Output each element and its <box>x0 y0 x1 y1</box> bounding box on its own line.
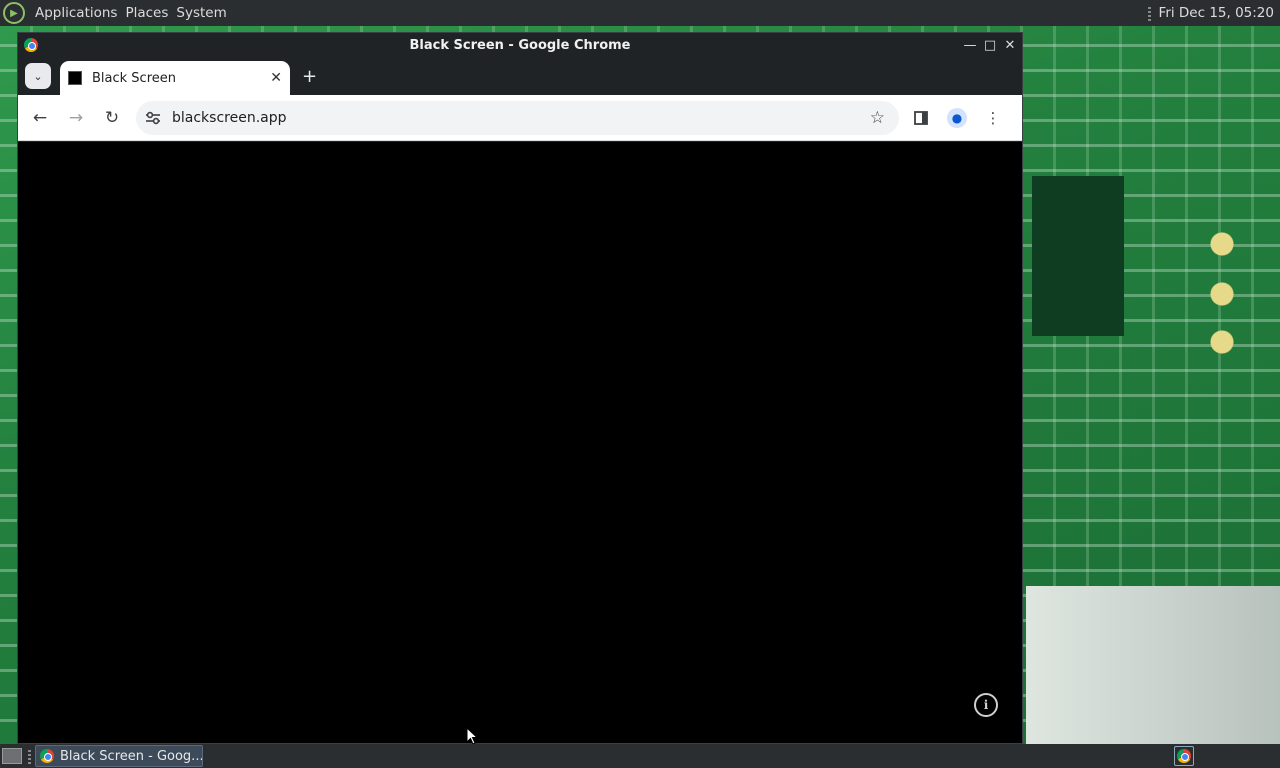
window-titlebar[interactable]: Black Screen - Google Chrome — □ ✕ <box>18 33 1022 57</box>
maximize-icon[interactable]: □ <box>982 37 998 53</box>
menu-applications[interactable]: Applications <box>31 5 121 21</box>
back-arrow-icon[interactable]: ← <box>26 104 54 132</box>
side-panel-icon[interactable] <box>907 104 935 132</box>
top-panel: ▶ Applications Places System Fri Dec 15,… <box>0 0 1280 26</box>
mouse-cursor-icon <box>466 727 478 745</box>
favicon-icon <box>68 71 82 85</box>
window-title: Black Screen - Google Chrome <box>409 37 631 53</box>
workspace-switcher[interactable] <box>1174 746 1194 766</box>
profile-avatar-icon[interactable]: ● <box>943 104 971 132</box>
bookmark-star-icon[interactable]: ☆ <box>870 108 885 128</box>
side-panel-glyph <box>914 110 928 125</box>
bottom-panel: Black Screen - Goog... <box>0 744 1280 768</box>
kebab-menu-icon[interactable]: ⋮ <box>979 104 1007 132</box>
taskbar-item-label: Black Screen - Goog... <box>60 748 203 764</box>
chrome-logo-icon <box>40 749 54 763</box>
distro-logo-icon[interactable]: ▶ <box>3 2 25 24</box>
tune-icon <box>146 111 160 124</box>
clock[interactable]: Fri Dec 15, 05:20 <box>1159 5 1274 21</box>
new-tab-plus-icon[interactable]: + <box>302 66 317 87</box>
tab-label: Black Screen <box>92 70 176 86</box>
tab-strip: ⌄ Black Screen ✕ + <box>18 57 1022 95</box>
tab-search-chevron-down-icon[interactable]: ⌄ <box>25 63 51 89</box>
page-content-black[interactable]: i <box>18 142 1022 745</box>
chrome-logo-icon <box>24 38 38 52</box>
menu-places[interactable]: Places <box>121 5 172 21</box>
close-icon[interactable]: ✕ <box>1002 37 1018 53</box>
info-icon[interactable]: i <box>974 693 998 717</box>
menu-system[interactable]: System <box>172 5 230 21</box>
avatar: ● <box>947 107 967 128</box>
site-settings-icon[interactable] <box>140 105 166 131</box>
panel-separator <box>28 748 31 764</box>
tab-black-screen[interactable]: Black Screen ✕ <box>60 61 290 95</box>
url-text[interactable]: blackscreen.app <box>172 110 287 126</box>
minimize-icon[interactable]: — <box>962 37 978 53</box>
panel-handle-icon <box>1147 5 1151 21</box>
browser-toolbar: ← → ↻ blackscreen.app ☆ ● ⋮ <box>18 95 1022 141</box>
chrome-logo-icon <box>1177 749 1191 763</box>
show-desktop-icon[interactable] <box>2 748 22 764</box>
chrome-window: Black Screen - Google Chrome — □ ✕ ⌄ Bla… <box>17 32 1023 745</box>
forward-arrow-icon[interactable]: → <box>62 104 90 132</box>
reload-icon[interactable]: ↻ <box>98 104 126 132</box>
taskbar-item-chrome[interactable]: Black Screen - Goog... <box>35 745 203 767</box>
tab-close-icon[interactable]: ✕ <box>270 70 282 86</box>
address-bar[interactable]: blackscreen.app ☆ <box>136 100 899 135</box>
